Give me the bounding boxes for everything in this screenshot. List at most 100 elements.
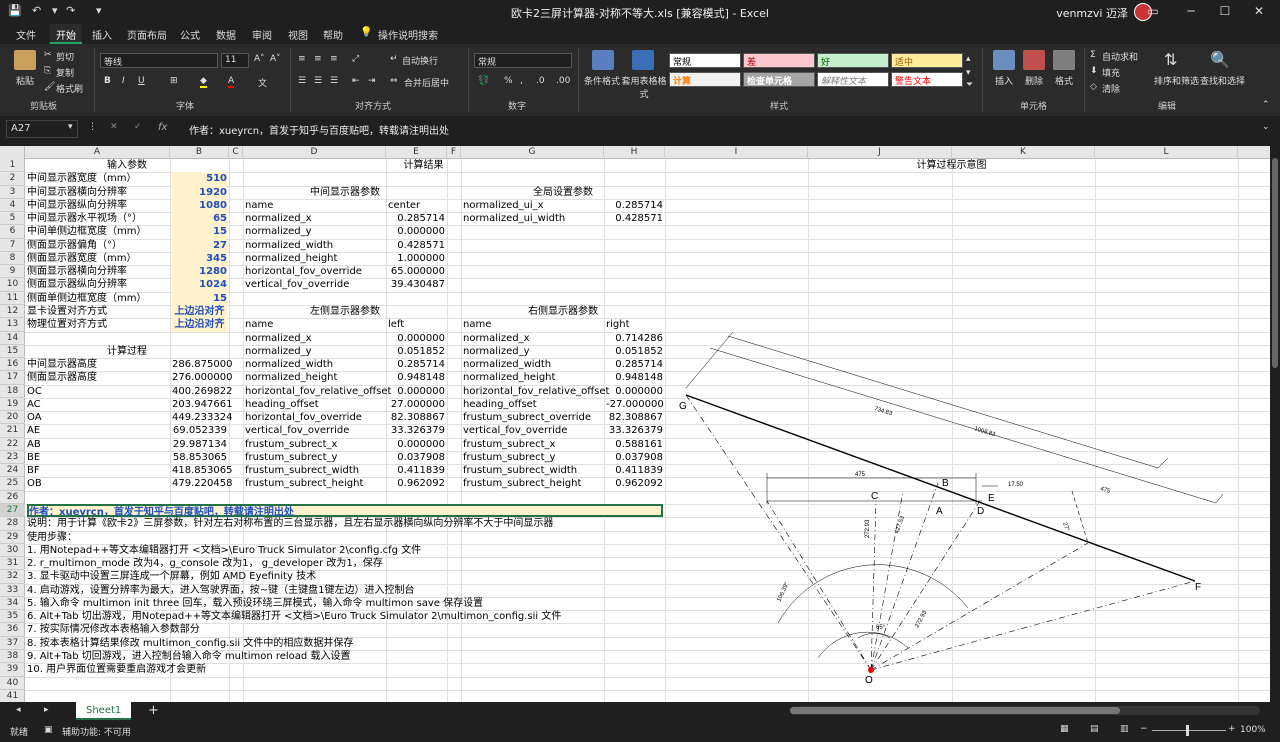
middle-param-name[interactable]: normalized_x (245, 212, 384, 225)
clear-icon[interactable]: ◇ (1090, 82, 1097, 92)
cancel-icon[interactable]: ✕ (110, 122, 118, 132)
column-header[interactable]: C (229, 146, 243, 159)
row-header[interactable]: 15 (0, 345, 25, 359)
row-header[interactable]: 6 (0, 225, 25, 239)
fill-icon[interactable]: ⬇ (1090, 66, 1098, 76)
input-value[interactable]: 上边沿对齐 (172, 304, 227, 319)
row-header[interactable]: 3 (0, 186, 25, 199)
column-header[interactable]: F (447, 146, 461, 159)
instruction-line[interactable]: 说明：用于计算《欧卡2》三屏参数，针对左右对称布置的三台显示器，且左右显示器横向… (27, 517, 663, 530)
column-header[interactable]: D (243, 146, 386, 159)
right-param-name[interactable]: frustum_subrect_override (463, 411, 602, 424)
instruction-line[interactable]: 4. 启动游戏，设置分辨率为最大，进入驾驶界面，按~键（主键盘1键左边）进入控制… (27, 584, 663, 597)
right-param-value[interactable]: 0.051852 (606, 345, 663, 358)
accessibility-status[interactable]: 辅助功能: 不可用 (62, 725, 131, 738)
process-value[interactable]: 449.233324 (172, 411, 232, 424)
row-header[interactable]: 13 (0, 318, 25, 332)
left-param-name[interactable]: frustum_subrect_y (245, 451, 384, 464)
input-value[interactable]: 345 (172, 251, 227, 266)
right-param-value[interactable]: -27.000000 (606, 398, 664, 411)
column-header[interactable]: I (665, 146, 808, 159)
right-param-name[interactable]: frustum_subrect_width (463, 464, 602, 477)
styles-scroll-up-icon[interactable]: ▴ (966, 54, 971, 64)
column-header[interactable]: G (461, 146, 604, 159)
fill-button[interactable]: 填充 (1102, 66, 1120, 79)
font-color-icon[interactable]: A (228, 76, 235, 88)
styles-scroll-down-icon[interactable]: ▾ (966, 68, 971, 78)
style-check-cell[interactable]: 检查单元格 (743, 72, 815, 87)
orientation-icon[interactable]: ⤢ (352, 54, 359, 64)
align-left-icon[interactable]: ☰ (298, 76, 306, 86)
tell-me-search[interactable]: 操作说明搜索 (378, 27, 438, 42)
select-all-corner[interactable] (0, 146, 25, 159)
row-header[interactable]: 23 (0, 451, 25, 465)
row-header[interactable]: 14 (0, 332, 25, 345)
left-param-name[interactable]: normalized_y (245, 345, 384, 358)
process-value[interactable]: 58.853065 (172, 451, 227, 464)
page-break-view-icon[interactable]: ▥ (1120, 724, 1129, 734)
results-heading[interactable]: 计算结果 (245, 159, 602, 172)
insert-cells-icon[interactable] (993, 50, 1015, 70)
row-header[interactable]: 25 (0, 477, 25, 491)
page-layout-view-icon[interactable]: ▤ (1090, 724, 1099, 734)
row-header[interactable]: 22 (0, 438, 25, 451)
tab-view[interactable]: 视图 (288, 27, 308, 42)
find-select-icon[interactable]: 🔍 (1210, 50, 1230, 69)
process-label[interactable]: AE (27, 424, 168, 437)
merge-center-icon[interactable]: ⇔ (390, 76, 398, 86)
process-value[interactable]: 479.220458 (172, 477, 232, 490)
vertical-scrollbar[interactable] (1270, 146, 1280, 702)
global-param-value[interactable]: 0.285714 (606, 199, 663, 212)
right-param-value[interactable]: 0.411839 (606, 464, 663, 477)
minimize-button[interactable]: ─ (1174, 0, 1208, 24)
middle-param-value[interactable]: 0.000000 (388, 225, 445, 238)
left-param-value[interactable]: 0.000000 (388, 385, 445, 398)
formula-input[interactable]: 作者：xueyrcn，首发于知乎与百度贴吧，转载请注明出处 (189, 122, 449, 137)
style-good[interactable]: 好 (817, 53, 889, 68)
middle-param-name[interactable]: normalized_width (245, 239, 384, 252)
process-value[interactable]: 400.269822 (172, 385, 232, 398)
input-label[interactable]: 中间显示器纵向分辨率 (27, 199, 168, 212)
align-center-icon[interactable]: ☰ (314, 76, 322, 86)
row-header[interactable]: 31 (0, 557, 25, 571)
bold-icon[interactable]: B (104, 76, 111, 86)
row-header[interactable]: 34 (0, 597, 25, 611)
row-header[interactable]: 2 (0, 172, 25, 186)
wrap-text-icon[interactable]: ↵ (390, 54, 398, 64)
copy-button[interactable]: 复制 (56, 66, 74, 79)
left-param-name[interactable]: horizontal_fov_override (245, 411, 384, 424)
right-param-name[interactable]: normalized_y (463, 345, 602, 358)
format-as-table-button[interactable]: 套用表格格式 (620, 74, 668, 100)
user-name[interactable]: venmzvi 迈泽 (1056, 5, 1128, 21)
input-label[interactable]: 中间显示器横向分辨率 (27, 186, 168, 199)
insert-function-icon[interactable]: fx (158, 122, 167, 133)
style-warning[interactable]: 警告文本 (891, 72, 963, 87)
autosum-button[interactable]: 自动求和 (1102, 50, 1138, 63)
process-label[interactable]: AB (27, 438, 168, 451)
cut-icon[interactable]: ✂ (44, 50, 52, 60)
collapse-ribbon-icon[interactable]: ⌃ (1262, 100, 1270, 110)
input-label[interactable]: 侧面显示器横向分辨率 (27, 265, 168, 278)
conditional-format-icon[interactable] (592, 50, 614, 70)
paste-icon[interactable] (14, 50, 36, 70)
style-explanatory[interactable]: 解释性文本 (817, 72, 889, 87)
process-label[interactable]: OB (27, 477, 168, 490)
global-param-name[interactable]: normalized_ui_x (463, 199, 602, 212)
process-value[interactable]: 203.947661 (172, 398, 232, 411)
left-param-name[interactable]: vertical_fov_override (245, 424, 384, 437)
left-param-value[interactable]: 0.037908 (388, 451, 445, 464)
row-header[interactable]: 36 (0, 623, 25, 637)
row-header[interactable]: 28 (0, 517, 25, 531)
style-normal[interactable]: 常规 (669, 53, 741, 68)
row-header[interactable]: 11 (0, 292, 25, 305)
row-header[interactable]: 16 (0, 358, 25, 372)
horizontal-scrollbar[interactable] (790, 706, 1260, 715)
left-param-value[interactable]: 0.962092 (388, 477, 445, 490)
sort-filter-button[interactable]: 排序和筛选 (1154, 74, 1199, 87)
left-param-name[interactable]: horizontal_fov_relative_offset (245, 385, 391, 398)
instruction-line[interactable]: 8. 按本表格计算结果修改 multimon_config.sii 文件中的相应… (27, 637, 663, 650)
row-header[interactable]: 12 (0, 305, 25, 319)
wrap-text-button[interactable]: 自动换行 (402, 54, 438, 67)
macro-record-icon[interactable]: ▣ (44, 725, 53, 735)
comma-icon[interactable]: , (520, 76, 523, 86)
